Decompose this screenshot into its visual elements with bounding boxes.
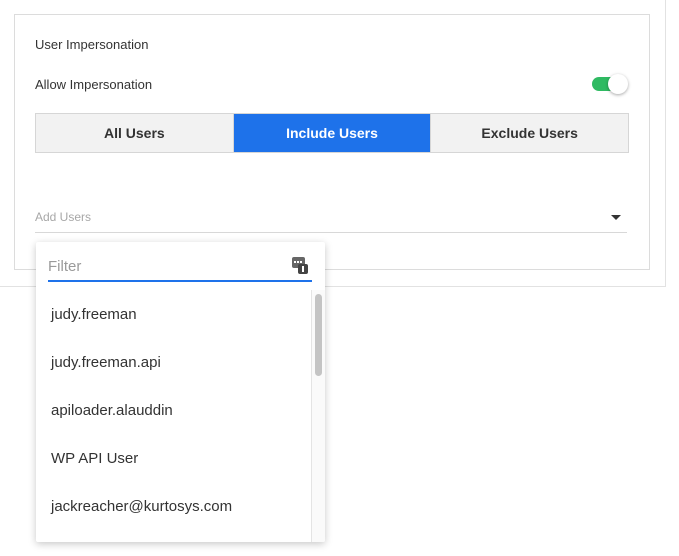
include-users-button[interactable]: Include Users	[232, 114, 431, 152]
list-scrollbar[interactable]	[311, 290, 325, 542]
filter-field	[48, 252, 312, 282]
user-scope-selector: All Users Include Users Exclude Users	[35, 113, 629, 153]
add-users-select[interactable]: Add Users	[35, 205, 627, 233]
allow-impersonation-label: Allow Impersonation	[35, 77, 153, 92]
all-users-button[interactable]: All Users	[36, 114, 233, 152]
exclude-users-button[interactable]: Exclude Users	[430, 114, 629, 152]
list-item[interactable]: apiloader.alauddin	[36, 386, 311, 434]
section-title: User Impersonation	[35, 37, 149, 52]
users-dropdown: judy.freeman judy.freeman.api apiloader.…	[36, 242, 325, 542]
scrollbar-thumb[interactable]	[315, 294, 322, 376]
list-item[interactable]: judy.freeman	[36, 290, 311, 338]
allow-impersonation-toggle[interactable]	[592, 74, 628, 94]
list-item[interactable]: jackreacher@kurtosys.com	[36, 482, 311, 530]
toggle-knob	[608, 74, 628, 94]
impersonation-card: User Impersonation Allow Impersonation A…	[14, 14, 650, 270]
user-list: judy.freeman judy.freeman.api apiloader.…	[36, 290, 311, 542]
filter-list-icon[interactable]	[292, 256, 308, 274]
filter-input[interactable]	[48, 256, 278, 276]
caret-down-icon	[611, 215, 621, 220]
add-users-placeholder: Add Users	[35, 210, 92, 224]
list-item[interactable]: WP API User	[36, 434, 311, 482]
list-item[interactable]: judy.freeman.api	[36, 338, 311, 386]
